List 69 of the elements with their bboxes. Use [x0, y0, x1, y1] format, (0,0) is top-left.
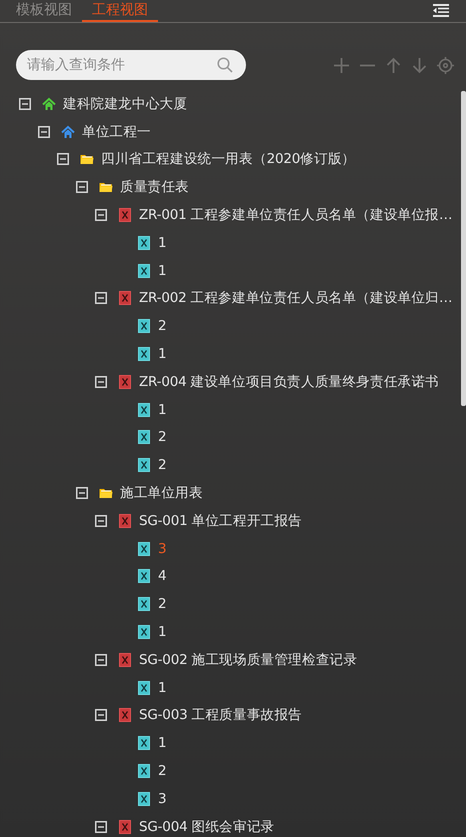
collapse-icon[interactable]	[95, 820, 107, 833]
collapse-icon[interactable]	[95, 209, 107, 222]
spreadsheet-icon	[118, 514, 132, 528]
spreadsheet-icon	[118, 374, 132, 389]
spreadsheet-icon	[137, 236, 151, 250]
tree-item[interactable]: 建科院建龙中心大厦	[63, 94, 188, 113]
tree-item[interactable]: SG-003 工程质量事故报告	[139, 706, 302, 724]
folder-icon	[99, 486, 113, 500]
collapse-icon[interactable]	[38, 126, 50, 138]
collapse-icon[interactable]	[95, 292, 107, 304]
tree-item[interactable]: SG-004 图纸会审记录	[139, 818, 274, 834]
tree-item[interactable]: 2	[158, 763, 166, 780]
spreadsheet-icon	[137, 542, 151, 556]
search-field[interactable]: 请输入查询条件	[16, 50, 246, 80]
spreadsheet-icon	[137, 569, 151, 584]
tree-item[interactable]: 2	[158, 457, 166, 474]
tree-item[interactable]: 单位工程一	[82, 122, 152, 141]
spreadsheet-icon	[137, 402, 151, 417]
collapse-icon[interactable]	[95, 709, 107, 722]
tree-item[interactable]: 2	[158, 318, 166, 334]
house-icon	[61, 124, 75, 139]
spreadsheet-icon	[137, 430, 151, 444]
tree-item[interactable]: SG-002 施工现场质量管理检查记录	[139, 650, 358, 669]
spreadsheet-icon	[137, 792, 151, 806]
collapse-icon[interactable]	[76, 181, 88, 194]
collapse-icon[interactable]	[95, 376, 107, 388]
spreadsheet-icon	[137, 347, 151, 362]
tree-item[interactable]: 2	[158, 429, 166, 446]
tree-item[interactable]: 1	[158, 234, 166, 251]
collapse-icon[interactable]	[95, 654, 107, 666]
tree-item[interactable]: 4	[158, 568, 166, 584]
tree-item[interactable]: 质量责任表	[120, 178, 190, 196]
spreadsheet-icon	[137, 319, 151, 334]
spreadsheet-icon	[118, 208, 132, 222]
folder-icon	[99, 180, 113, 194]
tree-item[interactable]: ZR-001 工程参建单位责任人员名单（建设单位报…	[139, 206, 452, 224]
tree-item[interactable]: 1	[158, 402, 166, 418]
tree-item[interactable]: 1	[158, 624, 166, 640]
spreadsheet-icon	[118, 652, 132, 667]
tree-item[interactable]: ZR-004 建设单位项目负责人质量终身责任承诺书	[139, 372, 440, 391]
spreadsheet-icon	[118, 291, 132, 306]
collapse-menu-icon[interactable]	[433, 4, 449, 17]
folder-icon	[80, 152, 94, 166]
collapse-icon[interactable]	[19, 98, 31, 110]
tree-item[interactable]: 2	[158, 596, 166, 612]
tree-item[interactable]: 四川省工程建设统一用表（2020修订版）	[101, 150, 356, 168]
spreadsheet-icon	[118, 820, 132, 834]
tree-item[interactable]: 3	[158, 790, 166, 807]
collapse-icon[interactable]	[76, 487, 88, 500]
collapse-icon[interactable]	[95, 514, 107, 527]
tree-item[interactable]: ZR-002 工程参建单位责任人员名单（建设单位归…	[139, 289, 452, 308]
tree-item[interactable]: 1	[158, 346, 166, 362]
spreadsheet-icon	[137, 597, 151, 612]
house-icon	[42, 96, 56, 111]
tree-item[interactable]: 施工单位用表	[120, 484, 203, 502]
tree-item[interactable]: 3	[158, 540, 166, 557]
spreadsheet-icon	[137, 625, 151, 640]
spreadsheet-icon	[137, 680, 151, 695]
spreadsheet-icon	[118, 708, 132, 722]
collapse-icon[interactable]	[57, 153, 69, 166]
spreadsheet-icon	[137, 764, 151, 778]
tree-item[interactable]: 1	[158, 735, 166, 752]
spreadsheet-icon	[137, 736, 151, 750]
tree-item[interactable]: 1	[158, 680, 166, 696]
spreadsheet-icon	[137, 264, 151, 278]
tree-item[interactable]: 1	[158, 262, 166, 279]
tree-item[interactable]: SG-001 单位工程开工报告	[139, 512, 302, 530]
spreadsheet-icon	[137, 458, 151, 472]
scrollbar-thumb[interactable]	[461, 91, 466, 406]
